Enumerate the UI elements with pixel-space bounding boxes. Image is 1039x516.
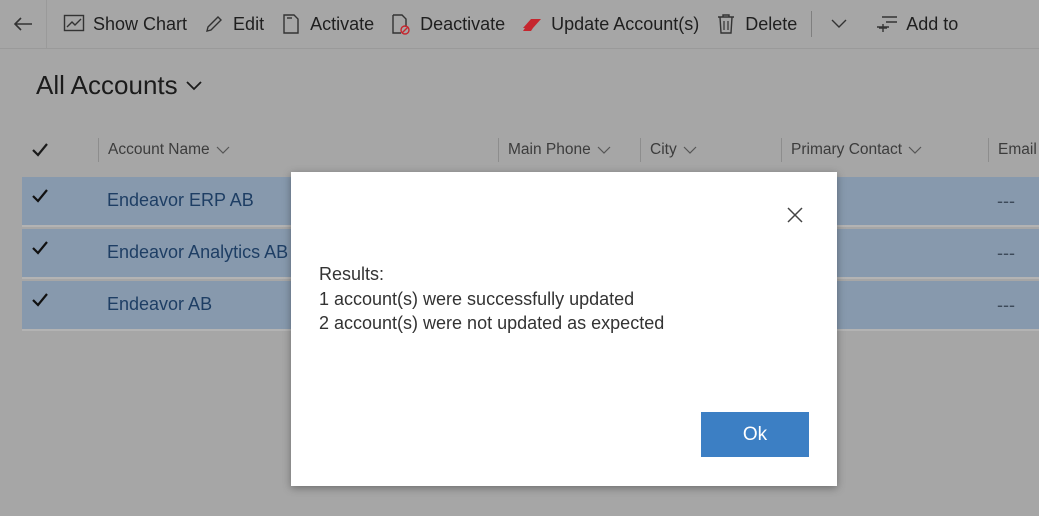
activate-button[interactable]: Activate [280,0,374,48]
column-header-label: City [650,141,677,158]
close-button[interactable] [784,204,806,226]
select-all-checkbox[interactable] [32,138,48,162]
chevron-down-icon [908,146,922,154]
chevron-down-icon [186,80,202,90]
update-accounts-label: Update Account(s) [551,13,700,34]
chevron-down-icon [216,146,230,154]
chart-icon [63,13,85,35]
row-checkmark-icon[interactable] [32,293,48,307]
failure-count-text: 2 account(s) were not updated as expecte… [319,313,665,333]
show-chart-button[interactable]: Show Chart [63,0,187,48]
update-accounts-icon [521,13,543,35]
back-arrow-icon [13,17,32,31]
activate-label: Activate [310,13,375,34]
column-header-primary-contact[interactable]: Primary Contact [781,138,922,162]
back-button[interactable] [0,0,47,48]
close-icon [787,207,803,223]
pencil-icon [203,13,225,35]
delete-button[interactable]: Delete [715,0,797,48]
toolbar-divider [811,11,813,37]
update-accounts-button[interactable]: Update Account(s) [521,0,699,48]
column-header-account-name[interactable]: Account Name [98,138,230,162]
chevron-down-icon [828,13,850,35]
app-window: Show Chart Edit Activate Deactivate Upda [0,0,1039,516]
success-count-text: 1 account(s) were successfully updated [319,288,635,309]
row-checkmark-icon[interactable] [32,189,48,203]
column-header-email[interactable]: Email [988,138,1037,162]
account-name-link[interactable]: Endeavor ERP AB [107,190,254,211]
deactivate-button[interactable]: Deactivate [390,0,505,48]
dialog-message: Results: 1 account(s) were successfully … [319,262,664,336]
add-to-label: Add to [906,13,959,34]
row-checkmark-icon[interactable] [32,241,48,255]
email-cell: --- [997,295,1015,315]
trash-icon [715,13,737,35]
email-cell: --- [997,243,1015,263]
view-selector[interactable]: All Accounts [36,70,202,101]
view-title: All Accounts [36,70,178,100]
column-header-main-phone[interactable]: Main Phone [498,138,611,162]
deactivate-label: Deactivate [420,13,506,34]
more-commands-button[interactable] [828,0,850,48]
account-name-link[interactable]: Endeavor AB [107,294,212,315]
grid-header: Account Name Main Phone City Primary Con… [22,128,1039,172]
show-chart-label: Show Chart [93,13,188,34]
delete-label: Delete [745,13,798,34]
deactivate-document-icon [390,13,412,35]
add-to-list-icon [876,13,898,35]
column-header-label: Main Phone [508,141,591,158]
chevron-down-icon [597,146,611,154]
email-cell: --- [997,191,1015,211]
ok-button[interactable]: Ok [701,412,809,457]
edit-button[interactable]: Edit [203,0,264,48]
column-header-label: Email [998,141,1037,158]
activate-document-icon [280,13,302,35]
add-to-button[interactable]: Add to [876,0,958,48]
account-name-link[interactable]: Endeavor Analytics AB [107,242,288,263]
column-header-city[interactable]: City [640,138,697,162]
column-header-label: Primary Contact [791,141,903,158]
edit-label: Edit [233,13,265,34]
results-dialog: Results: 1 account(s) were successfully … [291,172,837,486]
column-header-label: Account Name [108,141,210,158]
checkmark-icon [32,143,48,157]
chevron-down-icon [683,146,697,154]
command-bar: Show Chart Edit Activate Deactivate Upda [0,0,1039,49]
results-heading: Results: [319,264,385,284]
